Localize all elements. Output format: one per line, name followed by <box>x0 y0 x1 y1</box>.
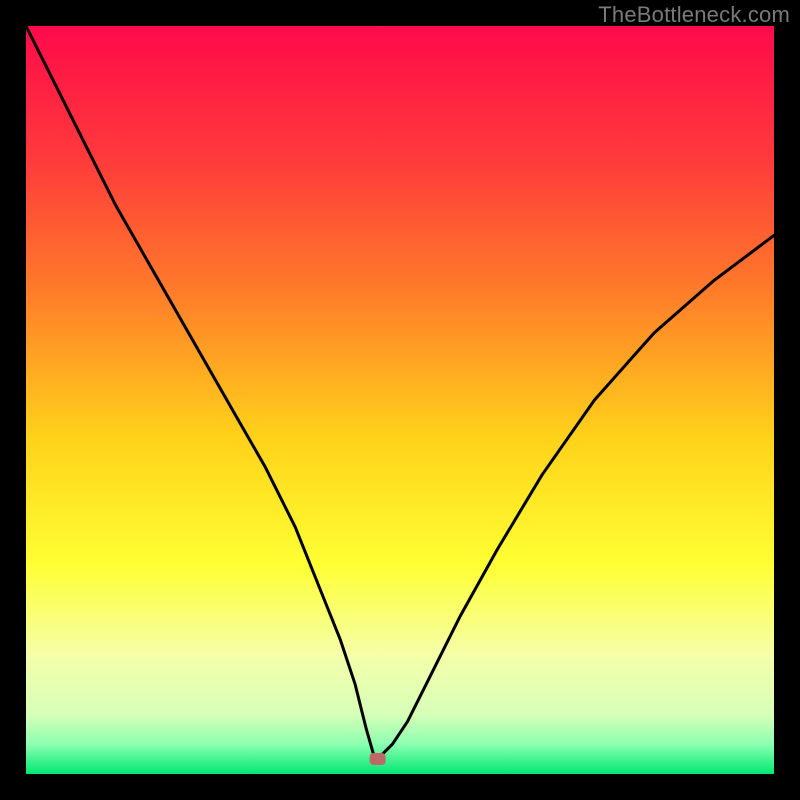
chart-frame: TheBottleneck.com <box>0 0 800 800</box>
optimal-point-marker <box>370 753 386 765</box>
gradient-background <box>26 26 774 774</box>
chart-plot-area <box>26 26 774 774</box>
chart-svg <box>26 26 774 774</box>
watermark-text: TheBottleneck.com <box>598 2 790 28</box>
